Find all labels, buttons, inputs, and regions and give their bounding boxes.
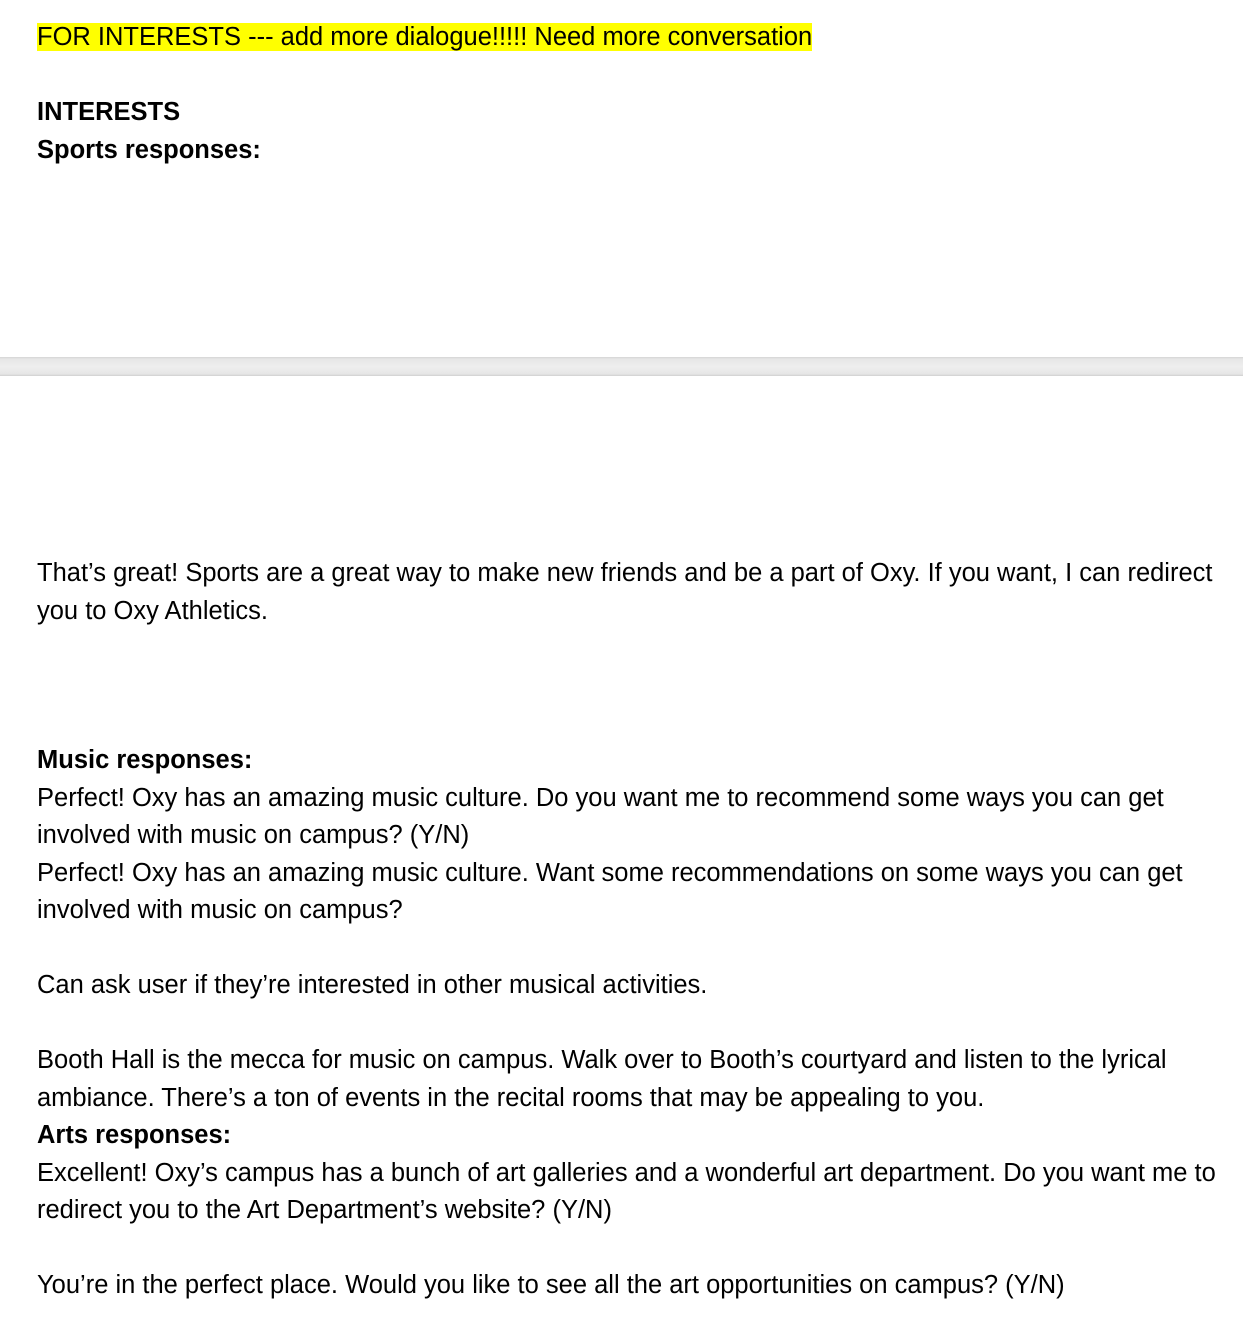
- blank-line: ​: [37, 1005, 1217, 1043]
- music-response-1[interactable]: Perfect! Oxy has an amazing music cultur…: [37, 780, 1217, 855]
- music-booth-paragraph[interactable]: Booth Hall is the mecca for music on cam…: [37, 1042, 1217, 1117]
- interests-section-header: INTERESTS Sports responses:: [37, 94, 1217, 169]
- sports-responses-heading[interactable]: Sports responses:: [37, 132, 1217, 170]
- music-note[interactable]: Can ask user if they’re interested in ot…: [37, 967, 1217, 1005]
- interests-heading[interactable]: INTERESTS: [37, 94, 1217, 132]
- blank-line: ​: [37, 1230, 1217, 1268]
- arts-response-2[interactable]: You’re in the perfect place. Would you l…: [37, 1267, 1217, 1305]
- note-block: FOR INTERESTS --- add more dialogue!!!!!…: [37, 19, 1217, 57]
- music-and-arts-section: Music responses: Perfect! Oxy has an ama…: [37, 742, 1217, 1305]
- sports-response-paragraph[interactable]: That’s great! Sports are a great way to …: [37, 555, 1217, 630]
- sports-response-block: That’s great! Sports are a great way to …: [37, 555, 1217, 630]
- page-break-gap: [0, 357, 1243, 376]
- document-page-bottom: That’s great! Sports are a great way to …: [0, 376, 1243, 1319]
- music-response-2[interactable]: Perfect! Oxy has an amazing music cultur…: [37, 855, 1217, 930]
- music-responses-heading[interactable]: Music responses:: [37, 742, 1217, 780]
- arts-responses-heading[interactable]: Arts responses:: [37, 1117, 1217, 1155]
- blank-line: ​: [37, 930, 1217, 968]
- document-page-top: FOR INTERESTS --- add more dialogue!!!!!…: [0, 0, 1243, 357]
- arts-response-1[interactable]: Excellent! Oxy’s campus has a bunch of a…: [37, 1155, 1217, 1230]
- highlighted-todo-note[interactable]: FOR INTERESTS --- add more dialogue!!!!!…: [37, 23, 813, 51]
